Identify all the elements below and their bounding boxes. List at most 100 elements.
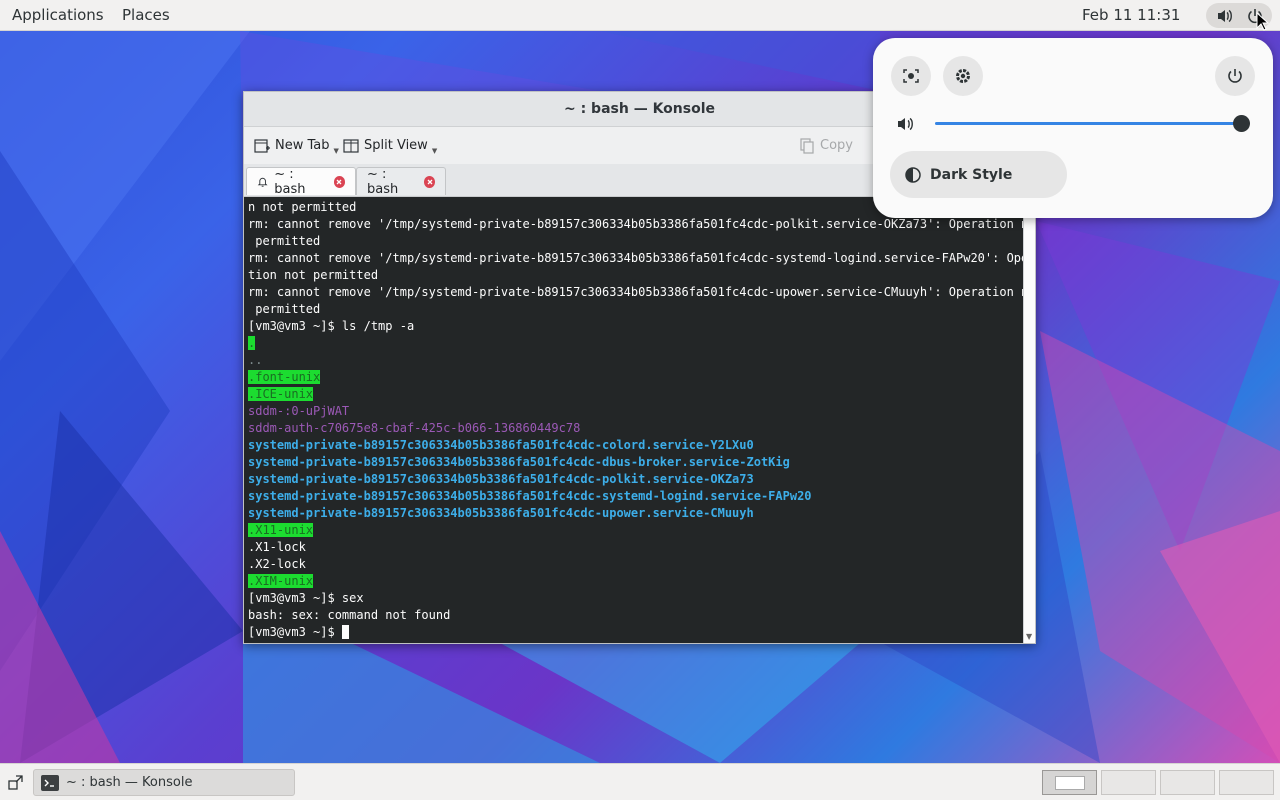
terminal-line: systemd-private-b89157c306334b05b3386fa5… bbox=[248, 471, 754, 488]
terminal-line-text: rm: cannot remove '/tmp/systemd-private-… bbox=[248, 217, 1023, 231]
split-view-icon bbox=[343, 138, 359, 153]
show-desktop-icon[interactable] bbox=[8, 774, 24, 790]
screenshot-button[interactable] bbox=[891, 56, 931, 96]
applications-menu[interactable]: Applications bbox=[12, 0, 104, 31]
dark-style-icon bbox=[905, 166, 921, 183]
new-tab-label: New Tab bbox=[275, 138, 330, 153]
terminal-line: tion not permitted bbox=[248, 267, 378, 284]
vertical-scrollbar[interactable]: ▼ bbox=[1023, 197, 1035, 643]
terminal-line-text: .XIM-unix bbox=[248, 574, 314, 588]
terminal-icon bbox=[41, 774, 59, 791]
terminal-line-text: systemd-private-b89157c306334b05b3386fa5… bbox=[248, 455, 790, 469]
terminal-line: .ICE-unix bbox=[248, 386, 314, 403]
terminal-line: [vm3@vm3 ~]$ sex bbox=[248, 590, 364, 607]
split-view-label: Split View bbox=[364, 138, 428, 153]
terminal-line-text: systemd-private-b89157c306334b05b3386fa5… bbox=[248, 438, 754, 452]
dark-style-label: Dark Style bbox=[930, 166, 1013, 183]
terminal-line-text: n not permitted bbox=[248, 200, 357, 214]
settings-icon bbox=[956, 69, 970, 83]
new-tab-button[interactable]: New Tab ▼ bbox=[253, 127, 339, 164]
volume-slider-track[interactable] bbox=[935, 122, 1241, 125]
clock[interactable]: Feb 11 11:31 bbox=[1082, 0, 1180, 31]
terminal-line-text: .X2-lock bbox=[248, 557, 306, 571]
screenshot-icon bbox=[903, 69, 919, 83]
terminal-line-text: permitted bbox=[248, 302, 321, 316]
close-tab-icon[interactable] bbox=[424, 175, 435, 188]
terminal-line-text: bash: sex: command not found bbox=[248, 608, 451, 622]
close-tab-icon[interactable] bbox=[333, 175, 345, 188]
terminal-line-text: [vm3@vm3 ~]$ ls /tmp -a bbox=[248, 319, 415, 333]
dark-style-toggle[interactable]: Dark Style bbox=[890, 151, 1067, 198]
text-cursor bbox=[341, 625, 349, 639]
places-menu[interactable]: Places bbox=[122, 0, 170, 31]
terminal-line: .X2-lock bbox=[248, 556, 306, 573]
terminal-line: systemd-private-b89157c306334b05b3386fa5… bbox=[248, 505, 754, 522]
split-view-button[interactable]: Split View ▼ bbox=[342, 127, 437, 164]
terminal-line-text: .font-unix bbox=[248, 370, 321, 384]
taskbar-konsole-label: ~ : bash — Konsole bbox=[66, 775, 193, 790]
terminal-line-text: [vm3@vm3 ~]$ sex bbox=[248, 591, 364, 605]
terminal-line: rm: cannot remove '/tmp/systemd-private-… bbox=[248, 216, 1023, 233]
terminal-line: bash: sex: command not found bbox=[248, 607, 450, 624]
tab-bash-1[interactable]: ~ : bash bbox=[246, 166, 356, 197]
top-bar: Applications Places Feb 11 11:31 bbox=[0, 0, 1280, 31]
bottom-bar: ~ : bash — Konsole bbox=[0, 763, 1280, 800]
terminal-line: sddm-:0-uPjWAT bbox=[248, 403, 349, 420]
terminal-line: systemd-private-b89157c306334b05b3386fa5… bbox=[248, 437, 754, 454]
taskbar-konsole-button[interactable]: ~ : bash — Konsole bbox=[33, 769, 295, 796]
terminal-line: [vm3@vm3 ~]$ ls /tmp -a bbox=[248, 318, 414, 335]
terminal-line: .. bbox=[248, 352, 262, 369]
copy-icon bbox=[800, 137, 814, 154]
workspace-3[interactable] bbox=[1160, 770, 1215, 795]
mouse-pointer-icon bbox=[1256, 12, 1270, 31]
new-tab-dropdown-icon[interactable]: ▼ bbox=[334, 147, 339, 155]
new-tab-icon bbox=[254, 138, 270, 153]
terminal-line-text: systemd-private-b89157c306334b05b3386fa5… bbox=[248, 472, 754, 486]
terminal-line-text: systemd-private-b89157c306334b05b3386fa5… bbox=[248, 489, 812, 503]
terminal-output[interactable]: n not permitted rm: cannot remove '/tmp/s… bbox=[244, 197, 1023, 643]
terminal-line-text: sddm-:0-uPjWAT bbox=[248, 404, 350, 418]
terminal-line: rm: cannot remove '/tmp/systemd-private-… bbox=[248, 284, 1023, 301]
split-view-dropdown-icon[interactable]: ▼ bbox=[432, 147, 437, 155]
copy-label: Copy bbox=[820, 138, 853, 153]
terminal-line: permitted bbox=[248, 301, 320, 318]
tab-label: ~ : bash bbox=[274, 166, 306, 197]
settings-button[interactable] bbox=[943, 56, 983, 96]
terminal-line-text: sddm-auth-c70675e8-cbaf-425c-b066-136860… bbox=[248, 421, 581, 435]
volume-icon bbox=[898, 117, 913, 131]
power-icon bbox=[1228, 69, 1242, 83]
volume-slider-handle[interactable] bbox=[1233, 115, 1250, 132]
volume-icon bbox=[1218, 9, 1232, 23]
quick-settings-menu: Dark Style bbox=[873, 38, 1273, 218]
terminal-line: .X1-lock bbox=[248, 539, 306, 556]
terminal-line-text: .X1-lock bbox=[248, 540, 306, 554]
scroll-down-icon[interactable]: ▼ bbox=[1026, 632, 1032, 641]
terminal-line: . bbox=[248, 335, 256, 352]
terminal-line: systemd-private-b89157c306334b05b3386fa5… bbox=[248, 454, 790, 471]
terminal-line: permitted bbox=[248, 233, 320, 250]
copy-button[interactable]: Copy bbox=[798, 127, 853, 164]
workspace-4[interactable] bbox=[1219, 770, 1274, 795]
terminal-line: [vm3@vm3 ~]$ bbox=[248, 624, 349, 641]
terminal-line-text: [vm3@vm3 ~]$ bbox=[248, 625, 342, 639]
terminal-line: systemd-private-b89157c306334b05b3386fa5… bbox=[248, 488, 812, 505]
workspace-1[interactable] bbox=[1042, 770, 1097, 795]
terminal-line: sddm-auth-c70675e8-cbaf-425c-b066-136860… bbox=[248, 420, 580, 437]
tab-bash-2[interactable]: ~ : bash bbox=[356, 167, 446, 197]
workspace-2[interactable] bbox=[1101, 770, 1156, 795]
terminal-line-text: systemd-private-b89157c306334b05b3386fa5… bbox=[248, 506, 754, 520]
terminal-line-text: .. bbox=[248, 353, 263, 367]
terminal-line-text: . bbox=[248, 336, 256, 350]
terminal-line: .font-unix bbox=[248, 369, 321, 386]
terminal-line: .X11-unix bbox=[248, 522, 314, 539]
terminal-line: rm: cannot remove '/tmp/systemd-private-… bbox=[248, 250, 1023, 267]
power-off-button[interactable] bbox=[1215, 56, 1255, 96]
terminal-line-text: rm: cannot remove '/tmp/systemd-private-… bbox=[248, 251, 1023, 265]
terminal-line: .XIM-unix bbox=[248, 573, 314, 590]
bell-icon bbox=[257, 177, 268, 187]
terminal-line-text: tion not permitted bbox=[248, 268, 379, 282]
terminal-line-text: .ICE-unix bbox=[248, 387, 314, 401]
terminal-line-text: permitted bbox=[248, 234, 321, 248]
terminal-line-text: rm: cannot remove '/tmp/systemd-private-… bbox=[248, 285, 1023, 299]
terminal-line-text: .X11-unix bbox=[248, 523, 314, 537]
